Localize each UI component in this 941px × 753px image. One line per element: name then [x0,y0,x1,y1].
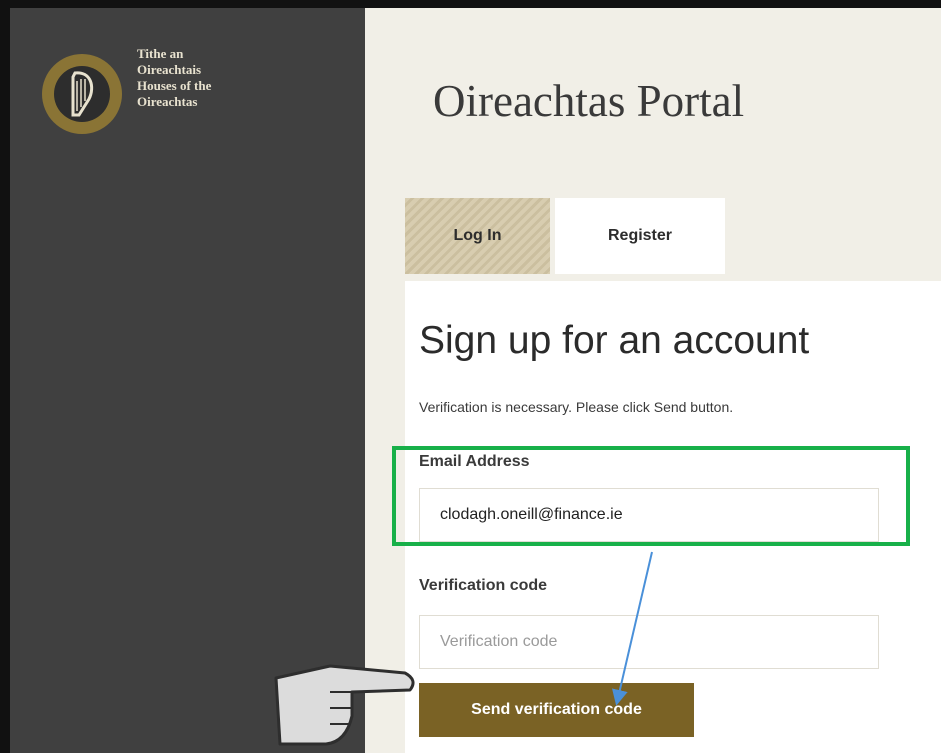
verification-note: Verification is necessary. Please click … [419,399,734,415]
logo-line: Houses of the [137,78,212,93]
harp-icon [71,71,94,117]
send-verification-code-button[interactable]: Send verification code [419,683,694,737]
tab-register-label: Register [607,227,673,244]
email-label: Email Address [419,453,530,470]
crest [42,54,122,134]
screenshot-frame: Tithe an Oireachtais Houses of the Oirea… [0,0,941,753]
tab-log-in-label: Log In [453,227,502,244]
logo-line: Tithe an [137,46,184,61]
sidebar: Tithe an Oireachtais Houses of the Oirea… [10,8,365,753]
verification-code-field[interactable] [419,615,879,669]
verification-code-label: Verification code [419,577,548,594]
main-content: Oireachtas Portal Log In Register Sign u… [365,8,941,753]
email-field[interactable] [419,488,879,542]
form-heading: Sign up for an account [419,319,810,362]
tab-log-in[interactable]: Log In [405,198,550,274]
oireachtas-logo[interactable]: Tithe an Oireachtais Houses of the Oirea… [42,46,282,156]
logo-line: Oireachtais [137,62,202,77]
logo-text: Tithe an Oireachtais Houses of the Oirea… [137,46,277,110]
signup-panel: Sign up for an account Verification is n… [405,281,941,753]
logo-line: Oireachtas [137,94,198,109]
tab-register[interactable]: Register [555,198,725,274]
page-title: Oireachtas Portal [433,76,745,126]
